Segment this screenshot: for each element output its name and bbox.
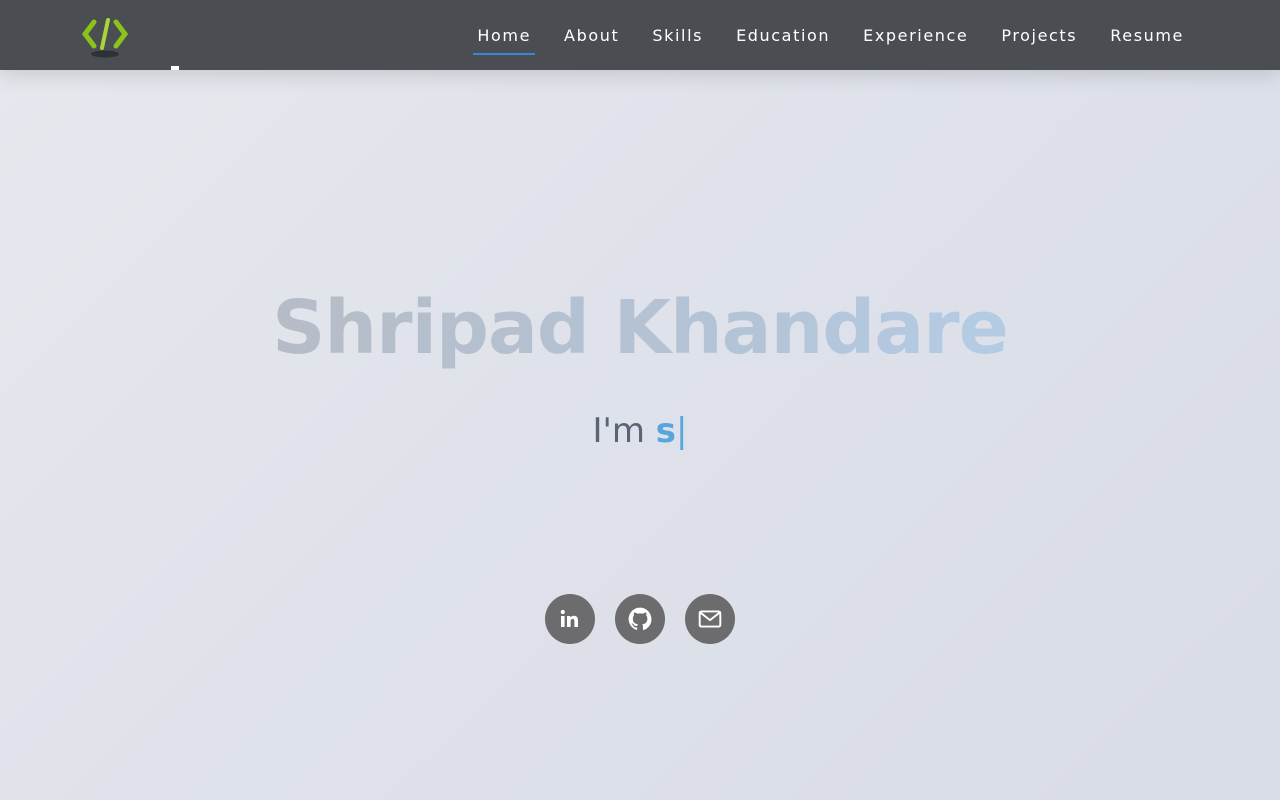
nav-item-projects[interactable]: Projects	[999, 22, 1079, 49]
hero-intro: I'm	[592, 411, 645, 451]
nav-menu: Home About Skills Education Experience P…	[473, 0, 1186, 70]
social-links	[545, 594, 735, 644]
nav-indicator-mark	[171, 66, 179, 70]
mail-button[interactable]	[685, 594, 735, 644]
nav-item-skills[interactable]: Skills	[650, 22, 705, 49]
navbar: Home About Skills Education Experience P…	[0, 0, 1280, 70]
linkedin-button[interactable]	[545, 594, 595, 644]
nav-item-experience[interactable]: Experience	[861, 22, 970, 49]
code-brackets-logo-icon[interactable]	[78, 12, 132, 62]
nav-item-resume[interactable]: Resume	[1108, 22, 1186, 49]
mail-icon	[698, 610, 722, 628]
hero-typed-line: I'm s|	[0, 408, 1280, 454]
github-icon	[628, 607, 652, 631]
hero-name: Shripad Khandare	[0, 283, 1280, 373]
hero-typed-text: s	[655, 411, 677, 451]
nav-item-education[interactable]: Education	[734, 22, 832, 49]
linkedin-icon	[560, 609, 578, 627]
nav-item-about[interactable]: About	[562, 22, 621, 49]
typing-cursor: |	[676, 411, 688, 451]
nav-item-home[interactable]: Home	[473, 22, 535, 55]
github-button[interactable]	[615, 594, 665, 644]
